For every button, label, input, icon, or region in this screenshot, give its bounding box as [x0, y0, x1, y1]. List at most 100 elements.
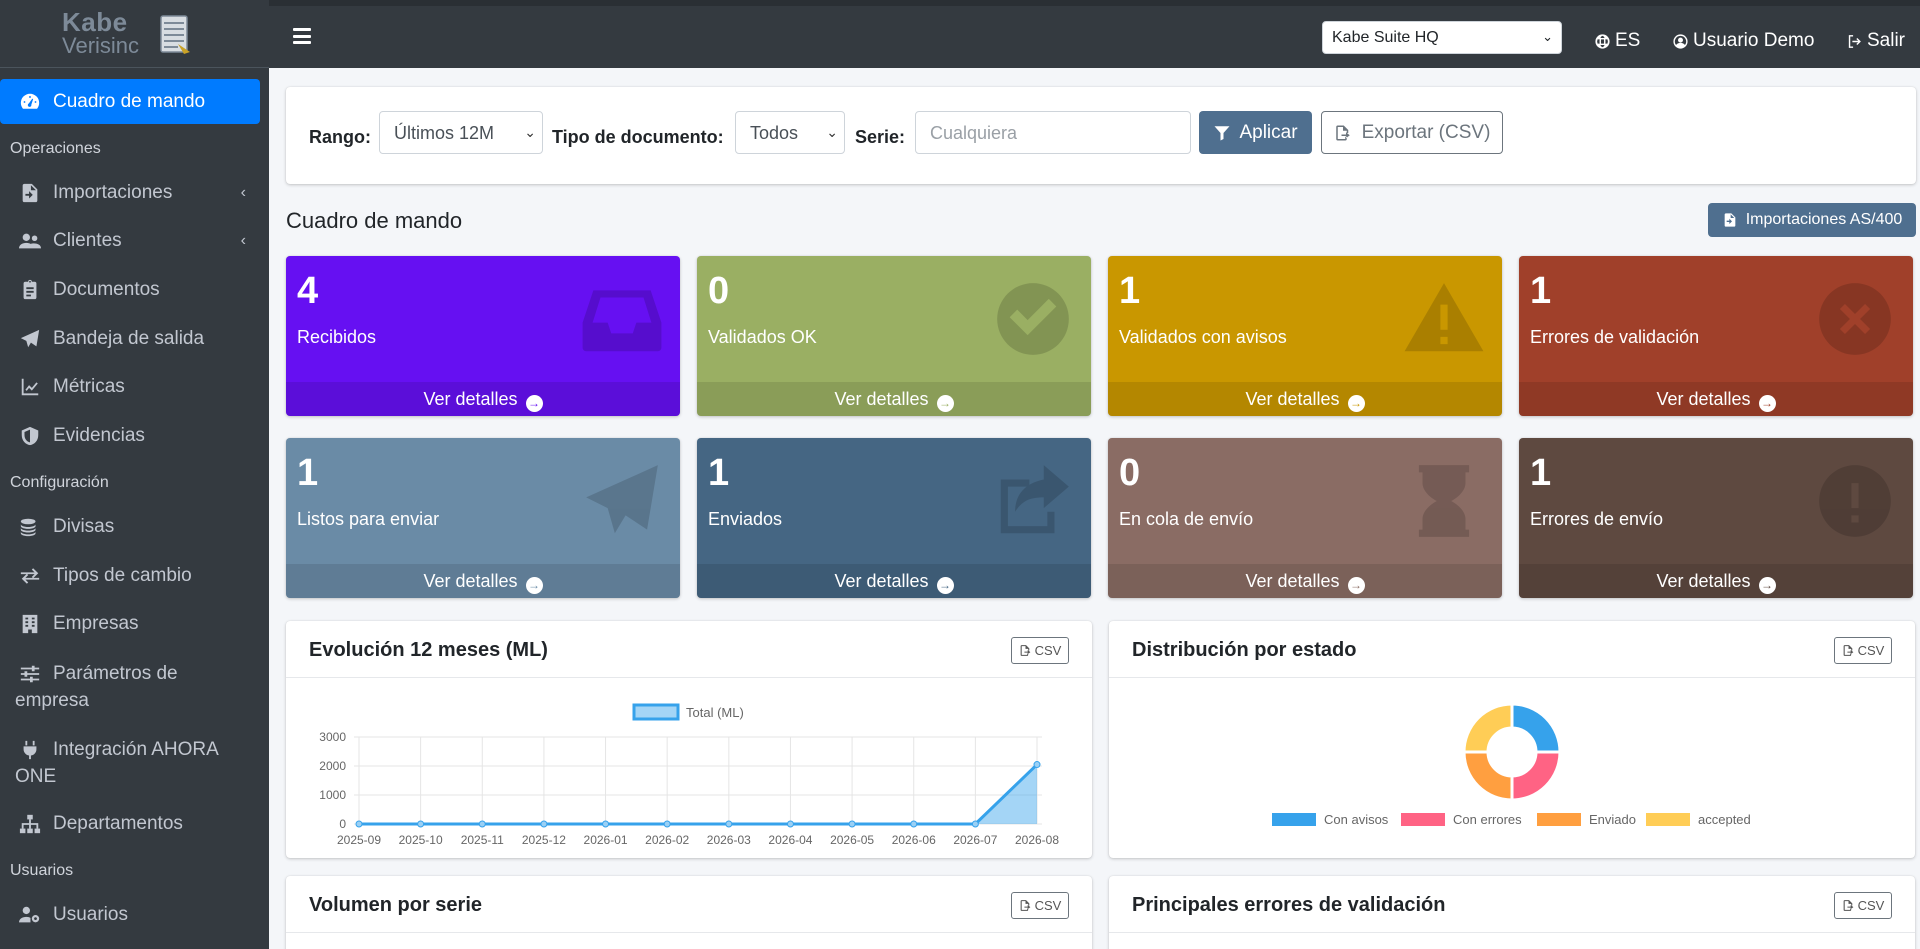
details-link[interactable]: Ver detalles → — [1519, 564, 1913, 598]
stat-label: Validados OK — [708, 327, 817, 347]
x-tick-label: 2025-12 — [522, 833, 566, 847]
company-select[interactable]: Kabe Suite HQ ⌄ — [1322, 21, 1562, 54]
details-link-label: Ver detalles — [1245, 571, 1340, 591]
pie-slice — [1462, 750, 1514, 802]
sidebar-item-importaciones[interactable]: Importaciones ‹ — [0, 181, 260, 205]
details-link[interactable]: Ver detalles → — [1108, 564, 1502, 598]
pie-slice — [1510, 702, 1562, 754]
y-tick-label: 2000 — [319, 759, 346, 773]
language-switcher[interactable]: ES — [1594, 30, 1640, 52]
x-tick-label: 2026-01 — [584, 833, 628, 847]
sidebar-item-divisas[interactable]: Divisas — [0, 515, 260, 539]
arrow-circle-right-icon: → — [1758, 395, 1776, 412]
details-link[interactable]: Ver detalles → — [1108, 382, 1502, 416]
file-export-icon — [1020, 900, 1030, 911]
legend-label: Total (ML) — [686, 705, 744, 720]
evolution-chart: 3000 2000 1000 0 2025-09 2025-10 2025-11 2025-1… — [319, 703, 1059, 847]
legend-swatch — [1272, 813, 1316, 826]
arrow-circle-right-icon: → — [525, 577, 543, 594]
sidebar-item-dashboard[interactable]: Cuadro de mando — [0, 79, 260, 124]
series-area — [359, 764, 1037, 824]
stat-value: 4 — [297, 270, 319, 312]
data-point — [725, 820, 733, 828]
sidebar-item-parametros-empresa[interactable]: Parámetros de empresa — [0, 660, 260, 714]
serie-input-placeholder: Cualquiera — [930, 123, 1018, 143]
user-menu[interactable]: Usuario Demo — [1672, 30, 1814, 52]
details-link[interactable]: Ver detalles → — [1519, 382, 1913, 416]
nav-header-operaciones: Operaciones — [10, 140, 101, 157]
check-circle-icon — [990, 276, 1076, 362]
coins-icon — [18, 515, 42, 539]
export-csv-button[interactable]: Exportar (CSV) — [1321, 111, 1503, 154]
as400-imports-button[interactable]: Importaciones AS/400 — [1708, 203, 1916, 237]
csv-label: CSV — [1857, 898, 1885, 913]
details-link[interactable]: Ver detalles → — [286, 564, 680, 598]
paper-plane-icon — [579, 458, 665, 544]
data-point — [478, 820, 486, 828]
csv-label: CSV — [1034, 643, 1062, 658]
building-icon — [18, 612, 42, 636]
legend-label: Enviado — [1589, 812, 1636, 827]
sidebar-item-empresas[interactable]: Empresas — [0, 612, 260, 636]
stat-label: Listos para enviar — [297, 509, 440, 529]
legend-label: accepted — [1698, 812, 1751, 827]
x-tick-label: 2026-05 — [830, 833, 874, 847]
sliders-icon — [18, 662, 42, 686]
sidebar-item-label: Tipos de cambio — [53, 565, 192, 586]
sidebar-item-clientes[interactable]: Clientes ‹ — [0, 229, 260, 253]
sidebar-item-evidencias[interactable]: Evidencias — [0, 424, 260, 448]
stat-value: 1 — [708, 452, 730, 494]
range-select[interactable]: Últimos 12M ⌄ — [379, 111, 543, 154]
stat-box: 1 Enviados Ver detalles → — [697, 438, 1091, 598]
stat-value: 1 — [297, 452, 319, 494]
validation-errors-card-header: Principales errores de validación CSV — [1109, 876, 1915, 933]
sidebar-item-departamentos[interactable]: Departamentos — [0, 812, 260, 836]
apply-button[interactable]: Aplicar — [1199, 111, 1312, 154]
file-export-icon — [1020, 645, 1030, 656]
sidebar-item-usuarios[interactable]: Usuarios — [0, 903, 260, 927]
arrow-circle-right-icon: → — [1758, 577, 1776, 594]
file-export-icon — [1335, 125, 1350, 140]
doctype-select[interactable]: Todos ⌄ — [735, 111, 845, 154]
sidebar-item-label: Bandeja de salida — [53, 328, 205, 349]
times-circle-icon — [1812, 276, 1898, 362]
stat-label: En cola de envío — [1119, 509, 1254, 529]
legend-swatch — [1537, 813, 1581, 826]
volume-csv-button[interactable]: CSV — [1011, 892, 1069, 919]
sidebar-item-integracion-ahora-one[interactable]: Integración AHORA ONE — [0, 736, 260, 790]
x-tick-label: 2026-08 — [1015, 833, 1059, 847]
sidebar-item-metricas[interactable]: Métricas — [0, 375, 260, 399]
y-tick-label: 1000 — [319, 788, 346, 802]
share-square-icon — [990, 458, 1076, 544]
evolution-title: Evolución 12 meses (ML) — [309, 639, 548, 661]
details-link[interactable]: Ver detalles → — [697, 382, 1091, 416]
brand[interactable]: Kabe Verisinc — [0, 0, 269, 68]
x-tick-label: 2026-04 — [768, 833, 812, 847]
company-select-value: Kabe Suite HQ — [1332, 29, 1439, 46]
validation-errors-csv-button[interactable]: CSV — [1834, 892, 1892, 919]
menu-toggle-icon[interactable] — [293, 28, 311, 44]
details-link[interactable]: Ver detalles → — [697, 564, 1091, 598]
evolution-csv-button[interactable]: CSV — [1011, 637, 1069, 664]
sidebar-item-tipos-cambio[interactable]: Tipos de cambio — [0, 564, 260, 588]
stat-box: 1 Errores de validación Ver detalles → — [1519, 256, 1913, 416]
series-line — [359, 763, 1039, 826]
x-tick-label: 2025-09 — [337, 833, 381, 847]
data-point — [786, 820, 794, 828]
sidebar: Kabe Verisinc Cuadro de mando Operacione… — [0, 0, 269, 949]
distribution-card: Distribución por estado CSV Con avisos Co… — [1109, 621, 1915, 858]
sidebar-item-documentos[interactable]: Documentos — [0, 278, 260, 302]
chevron-left-icon: ‹ — [240, 232, 246, 249]
file-export-icon — [1843, 645, 1853, 656]
arrow-circle-right-icon: → — [1347, 577, 1365, 594]
exchange-icon — [18, 564, 42, 588]
logout-label: Salir — [1867, 30, 1906, 51]
serie-input[interactable]: Cualquiera — [915, 111, 1191, 154]
details-link[interactable]: Ver detalles → — [286, 382, 680, 416]
distribution-csv-button[interactable]: CSV — [1834, 637, 1892, 664]
logout-link[interactable]: Salir — [1846, 30, 1905, 52]
arrow-circle-right-icon: → — [525, 395, 543, 412]
nav-header-configuracion: Configuración — [10, 474, 109, 491]
sidebar-item-bandeja-salida[interactable]: Bandeja de salida — [0, 327, 260, 351]
filter-icon — [1214, 125, 1230, 140]
